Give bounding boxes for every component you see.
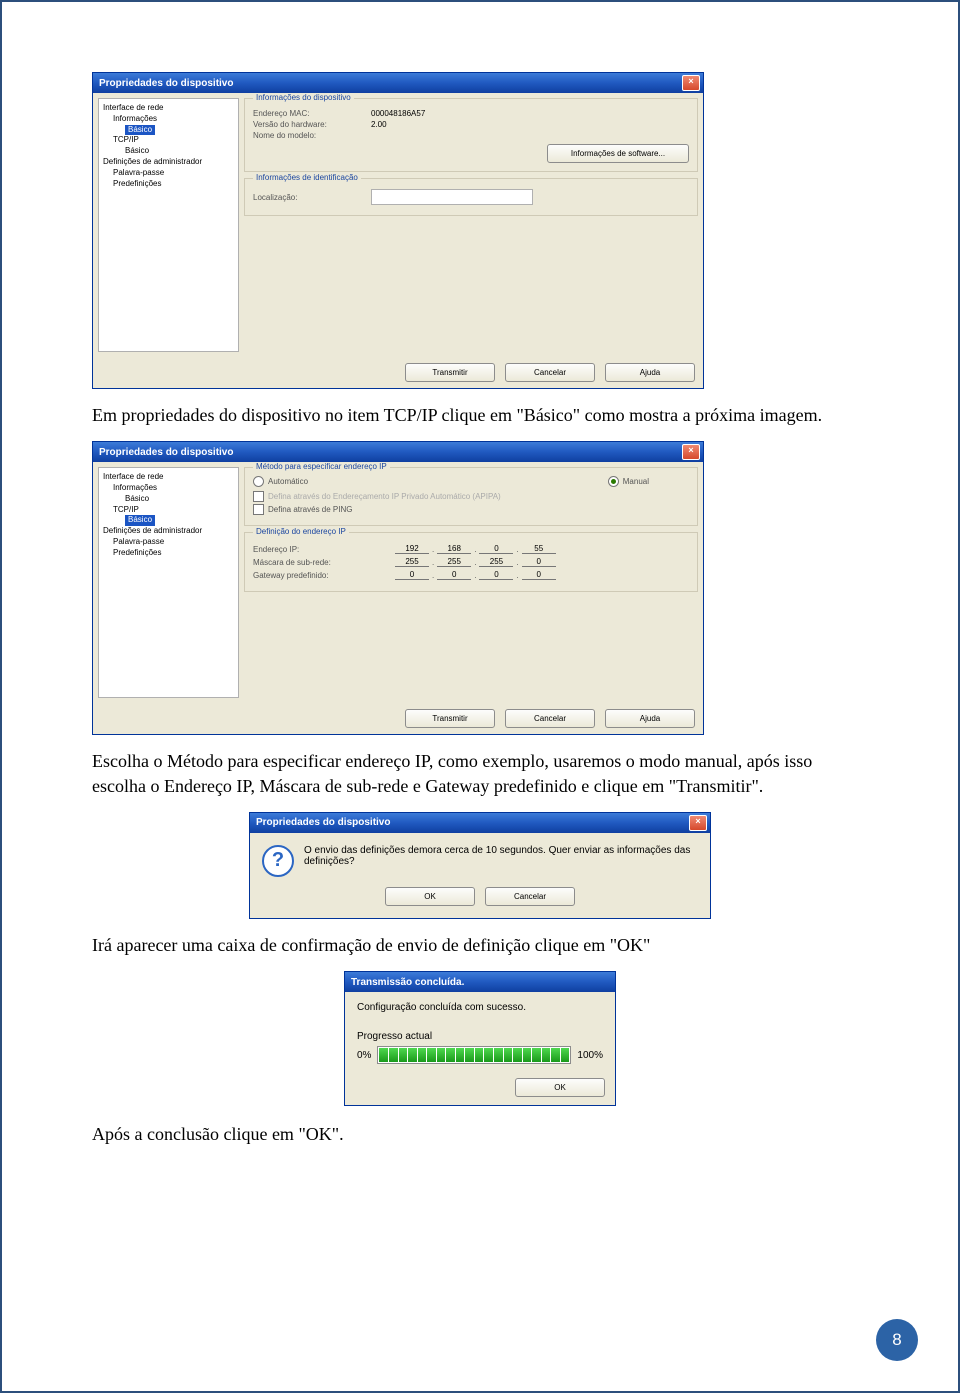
hw-label: Versão do hardware: xyxy=(253,120,363,129)
tree-item[interactable]: Interface de rede xyxy=(101,472,236,483)
device-properties-window-1: Propriedades do dispositivo × Interface … xyxy=(92,72,704,389)
ip-definition-group: Definição do endereço IP Endereço IP: 19… xyxy=(244,532,698,592)
mac-label: Endereço MAC: xyxy=(253,109,363,118)
location-label: Localização: xyxy=(253,193,363,202)
paragraph-1: Em propriedades do dispositivo no item T… xyxy=(92,403,868,427)
ip-octet[interactable]: 192 xyxy=(395,544,429,554)
checkbox-ping[interactable]: Defina através de PING xyxy=(253,504,352,515)
gw-octet[interactable]: 0 xyxy=(479,570,513,580)
gw-octet[interactable]: 0 xyxy=(395,570,429,580)
tree-item[interactable]: Palavra-passe xyxy=(101,168,236,179)
radio-manual[interactable]: Manual xyxy=(608,476,649,487)
group-legend: Método para especificar endereço IP xyxy=(253,462,390,471)
pct-0: 0% xyxy=(357,1050,371,1061)
content-pane: Informações do dispositivo Endereço MAC:… xyxy=(244,98,698,352)
progress-bar xyxy=(377,1046,571,1064)
paragraph-2: Escolha o Método para especificar endere… xyxy=(92,749,868,798)
ip-octet[interactable]: 168 xyxy=(437,544,471,554)
close-icon[interactable]: × xyxy=(682,444,700,460)
close-icon[interactable]: × xyxy=(682,75,700,91)
group-legend: Informações de identificação xyxy=(253,173,361,182)
mask-label: Máscara de sub-rede: xyxy=(253,558,393,567)
mac-value: 000048186A57 xyxy=(371,109,425,118)
gateway-label: Gateway predefinido: xyxy=(253,571,393,580)
tree-item[interactable]: Definições de administrador xyxy=(101,157,236,168)
tree-item[interactable]: Predefinições xyxy=(101,548,236,559)
model-label: Nome do modelo: xyxy=(253,131,363,140)
software-info-button[interactable]: Informações de software... xyxy=(547,144,689,163)
content-pane: Método para especificar endereço IP Auto… xyxy=(244,467,698,698)
group-legend: Definição do endereço IP xyxy=(253,527,349,536)
confirm-dialog: Propriedades do dispositivo × ? O envio … xyxy=(249,812,711,919)
ok-button[interactable]: OK xyxy=(515,1078,605,1097)
nav-tree[interactable]: Interface de rede Informações Básico TCP… xyxy=(98,467,239,698)
tree-item[interactable]: Definições de administrador xyxy=(101,526,236,537)
radio-automatic[interactable]: Automático xyxy=(253,476,308,487)
device-properties-window-2: Propriedades do dispositivo × Interface … xyxy=(92,441,704,735)
cancel-button[interactable]: Cancelar xyxy=(485,887,575,906)
tree-item[interactable]: Predefinições xyxy=(101,179,236,190)
ok-button[interactable]: OK xyxy=(385,887,475,906)
nav-tree[interactable]: Interface de rede Informações Básico TCP… xyxy=(98,98,239,352)
transmit-button[interactable]: Transmitir xyxy=(405,709,495,728)
ip-label: Endereço IP: xyxy=(253,545,393,554)
help-button[interactable]: Ajuda xyxy=(605,363,695,382)
button-row: Transmitir Cancelar Ajuda xyxy=(93,703,703,734)
tree-item[interactable]: Básico xyxy=(101,515,236,526)
dialog-title: Transmissão concluída. xyxy=(351,977,464,988)
tree-item[interactable]: TCP/IP xyxy=(101,135,236,146)
help-button[interactable]: Ajuda xyxy=(605,709,695,728)
pct-100: 100% xyxy=(577,1050,603,1061)
tree-item[interactable]: Interface de rede xyxy=(101,103,236,114)
titlebar: Propriedades do dispositivo × xyxy=(250,813,710,833)
ip-address-row: Endereço IP: 192. 168. 0. 55 xyxy=(253,544,689,554)
dialog-title: Propriedades do dispositivo xyxy=(256,817,390,828)
mask-octet[interactable]: 255 xyxy=(437,557,471,567)
hw-value: 2.00 xyxy=(371,120,387,129)
tree-item[interactable]: Informações xyxy=(101,483,236,494)
group-legend: Informações do dispositivo xyxy=(253,93,354,102)
titlebar: Transmissão concluída. xyxy=(345,972,615,992)
mask-octet[interactable]: 0 xyxy=(522,557,556,567)
location-input[interactable] xyxy=(371,189,533,205)
confirm-message: O envio das definições demora cerca de 1… xyxy=(304,845,698,877)
identification-group: Informações de identificação Localização… xyxy=(244,178,698,216)
cancel-button[interactable]: Cancelar xyxy=(505,709,595,728)
close-icon[interactable]: × xyxy=(689,815,707,831)
transmission-message: Configuração concluída com sucesso. xyxy=(357,1002,603,1013)
window-title: Propriedades do dispositivo xyxy=(99,447,233,458)
tree-item[interactable]: Informações xyxy=(101,114,236,125)
page-number-badge: 8 xyxy=(876,1319,918,1361)
tree-item[interactable]: Básico xyxy=(101,494,236,505)
device-info-group: Informações do dispositivo Endereço MAC:… xyxy=(244,98,698,172)
progress-label: Progresso actual xyxy=(357,1031,603,1042)
paragraph-4: Após a conclusão clique em "OK". xyxy=(92,1122,868,1146)
document-page: Propriedades do dispositivo × Interface … xyxy=(0,0,960,1393)
button-row: Transmitir Cancelar Ajuda xyxy=(93,357,703,388)
titlebar: Propriedades do dispositivo × xyxy=(93,73,703,93)
tree-item[interactable]: TCP/IP xyxy=(101,505,236,516)
tree-item[interactable]: Palavra-passe xyxy=(101,537,236,548)
gw-octet[interactable]: 0 xyxy=(437,570,471,580)
mask-octet[interactable]: 255 xyxy=(395,557,429,567)
ip-method-group: Método para especificar endereço IP Auto… xyxy=(244,467,698,526)
checkbox-apipa: Defina através do Endereçamento IP Priva… xyxy=(253,491,501,502)
cancel-button[interactable]: Cancelar xyxy=(505,363,595,382)
subnet-mask-row: Máscara de sub-rede: 255. 255. 255. 0 xyxy=(253,557,689,567)
tree-item[interactable]: Básico xyxy=(101,146,236,157)
mask-octet[interactable]: 255 xyxy=(479,557,513,567)
gateway-row: Gateway predefinido: 0. 0. 0. 0 xyxy=(253,570,689,580)
question-icon: ? xyxy=(262,845,294,877)
titlebar: Propriedades do dispositivo × xyxy=(93,442,703,462)
transmission-dialog: Transmissão concluída. Configuração conc… xyxy=(344,971,616,1106)
window-title: Propriedades do dispositivo xyxy=(99,78,233,89)
paragraph-3: Irá aparecer uma caixa de confirmação de… xyxy=(92,933,868,957)
gw-octet[interactable]: 0 xyxy=(522,570,556,580)
ip-octet[interactable]: 0 xyxy=(479,544,513,554)
ip-octet[interactable]: 55 xyxy=(522,544,556,554)
tree-item[interactable]: Básico xyxy=(101,125,236,136)
transmit-button[interactable]: Transmitir xyxy=(405,363,495,382)
